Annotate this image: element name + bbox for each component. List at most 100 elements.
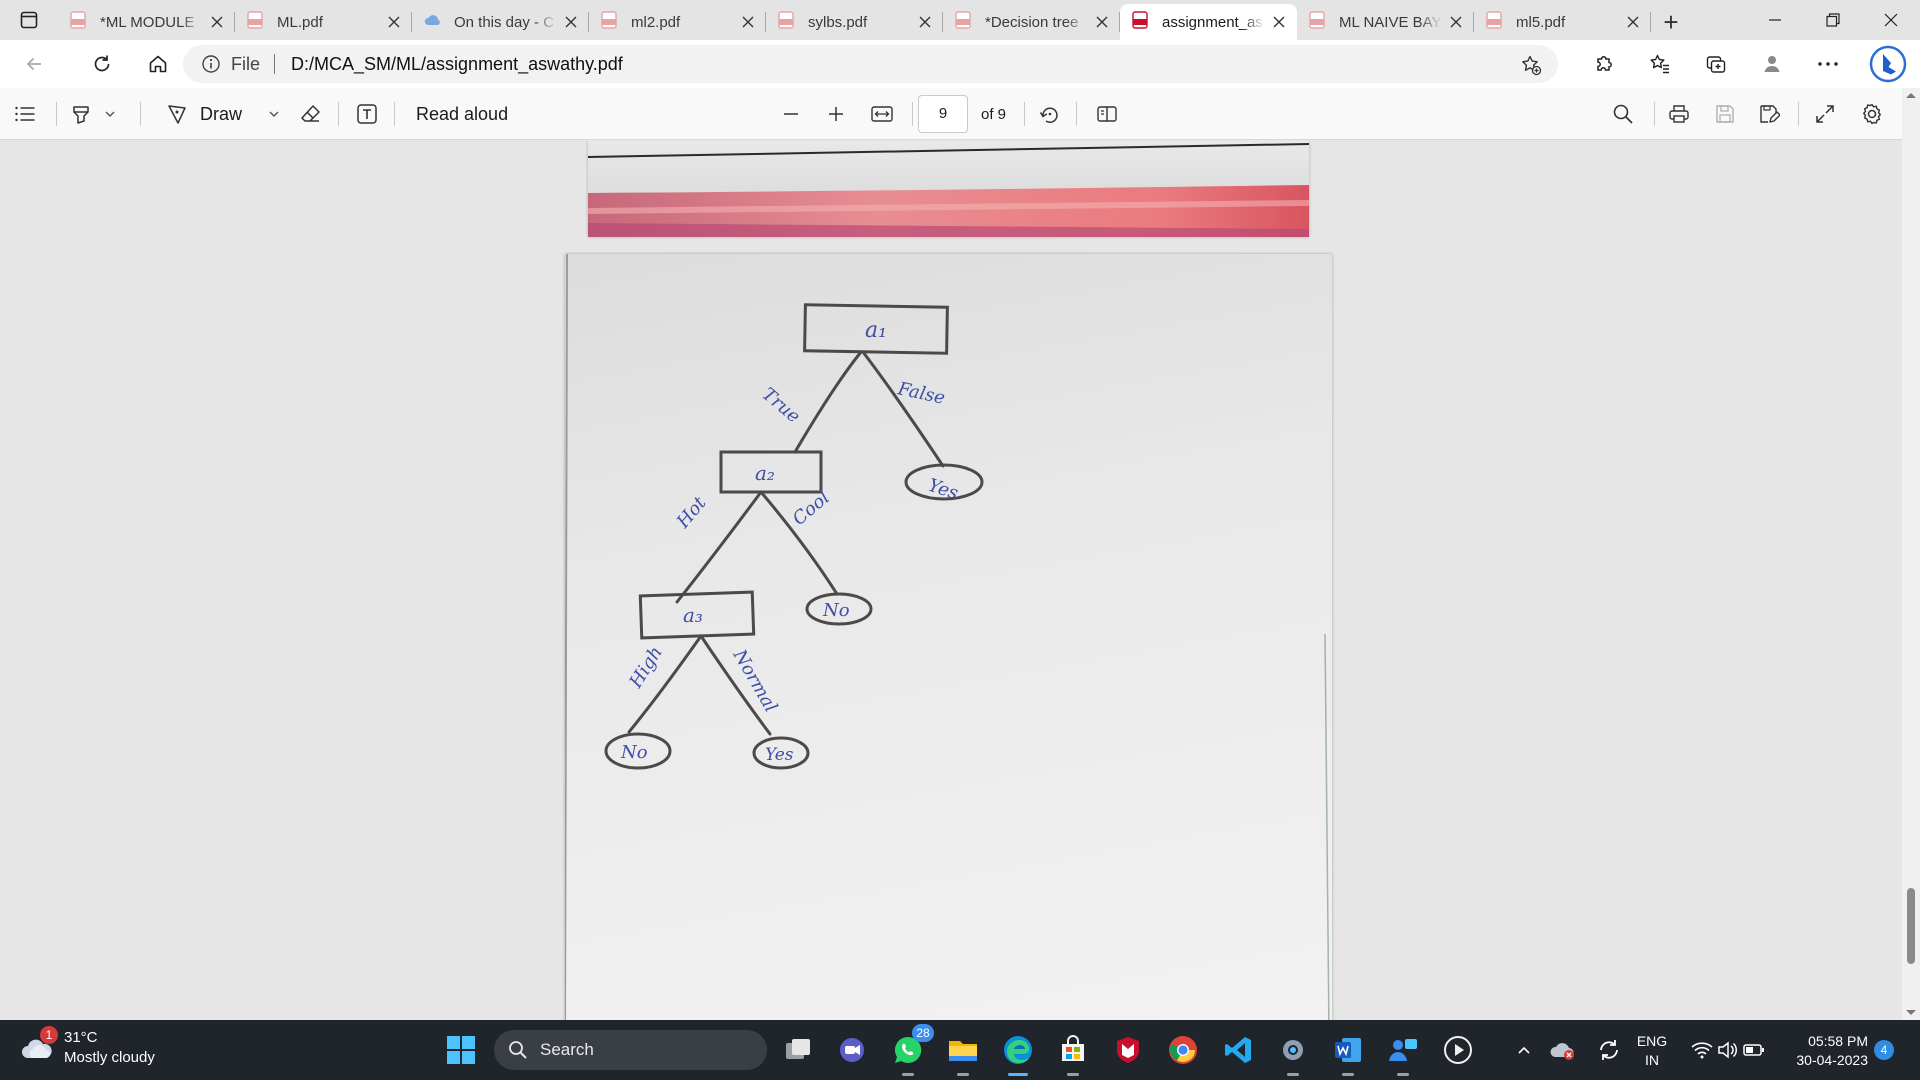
microsoft-store-button[interactable]: [1053, 1030, 1093, 1076]
people-app-button[interactable]: [1383, 1030, 1423, 1076]
tab-actions-button[interactable]: [0, 0, 58, 40]
close-tab-button[interactable]: [1625, 13, 1641, 31]
tab-title: ml2.pdf: [631, 13, 681, 31]
close-tab-button[interactable]: [1271, 13, 1287, 31]
tab-title: assignment_as: [1162, 13, 1263, 31]
browser-tab[interactable]: ml2.pdf: [589, 4, 766, 40]
page-number-input[interactable]: 9: [918, 95, 968, 133]
store-bag-icon: [1062, 1035, 1084, 1061]
back-button[interactable]: [14, 44, 54, 84]
browser-tab[interactable]: On this day - C: [412, 4, 589, 40]
erase-button[interactable]: [300, 88, 322, 140]
fit-to-width-button[interactable]: [870, 88, 894, 140]
address-bar[interactable]: File D:/MCA_SM/ML/assignment_aswathy.pdf: [183, 45, 1558, 83]
running-indicator: [1342, 1073, 1354, 1076]
read-aloud-button[interactable]: Read aloud: [416, 88, 508, 140]
full-screen-button[interactable]: [1814, 88, 1836, 140]
browser-tab[interactable]: assignment_as: [1120, 4, 1297, 40]
running-indicator: [1067, 1073, 1079, 1076]
taskbar-clock[interactable]: 05:58 PM 30-04-2023: [1782, 1032, 1868, 1070]
settings-and-more-button[interactable]: [1800, 40, 1856, 88]
start-button[interactable]: [441, 1030, 481, 1070]
input-language-indicator[interactable]: ENG IN: [1632, 1032, 1672, 1070]
toolbar-divider: [338, 102, 339, 126]
chrome-button[interactable]: [1163, 1030, 1203, 1070]
zoom-out-button[interactable]: [782, 88, 800, 140]
save-as-button[interactable]: [1758, 88, 1780, 140]
add-text-button[interactable]: [356, 88, 378, 140]
close-tab-button[interactable]: [917, 13, 933, 31]
vertical-scrollbar[interactable]: [1902, 88, 1920, 1020]
whatsapp-button[interactable]: 28: [888, 1024, 934, 1076]
pdf-document-view[interactable]: a₁ a₂ a₃ True False Yes Hot Cool No High…: [0, 141, 1920, 1021]
previous-page-photo: [588, 141, 1309, 237]
close-tab-button[interactable]: [1448, 13, 1464, 31]
word-icon: [1335, 1038, 1361, 1062]
edge-browser-button[interactable]: [998, 1030, 1038, 1076]
taskbar-search-box[interactable]: Search: [494, 1030, 767, 1070]
browser-tab[interactable]: ML.pdf: [235, 4, 412, 40]
close-icon: [388, 16, 400, 28]
minimize-button[interactable]: [1746, 0, 1804, 40]
close-tab-button[interactable]: [209, 13, 225, 31]
print-button[interactable]: [1668, 88, 1690, 140]
browser-tab[interactable]: ml5.pdf: [1474, 4, 1651, 40]
vscode-button[interactable]: [1218, 1030, 1258, 1070]
close-icon: [1273, 16, 1285, 28]
pdf-settings-button[interactable]: [1860, 88, 1884, 140]
rotate-button[interactable]: [1038, 88, 1060, 140]
favorites-button[interactable]: [1632, 40, 1688, 88]
close-tab-button[interactable]: [563, 13, 579, 31]
draw-button[interactable]: Draw: [166, 88, 280, 140]
restore-button[interactable]: [1804, 0, 1862, 40]
mcafee-button[interactable]: [1108, 1030, 1148, 1070]
clock-time: 05:58 PM: [1808, 1033, 1868, 1049]
weather-widget[interactable]: 1 31°C Mostly cloudy: [20, 1026, 155, 1068]
add-favorite-button[interactable]: [1520, 54, 1542, 81]
browser-tab[interactable]: *ML MODULE: [58, 4, 235, 40]
close-tab-button[interactable]: [1094, 13, 1110, 31]
find-button[interactable]: [1612, 88, 1634, 140]
task-view-button[interactable]: [778, 1030, 818, 1070]
notification-count-badge[interactable]: 4: [1874, 1040, 1894, 1060]
close-icon: [1096, 16, 1108, 28]
extensions-button[interactable]: [1576, 40, 1632, 88]
battery-icon: [1743, 1044, 1764, 1056]
browser-tab[interactable]: sylbs.pdf: [766, 4, 943, 40]
profile-button[interactable]: [1744, 40, 1800, 88]
windows-taskbar: 1 31°C Mostly cloudy Search 28 ENG IN 05…: [0, 1020, 1920, 1080]
home-button[interactable]: [138, 44, 178, 84]
file-explorer-button[interactable]: [943, 1030, 983, 1076]
show-hidden-icons-button[interactable]: [1508, 1030, 1540, 1070]
previous-page: [588, 141, 1309, 237]
bing-chat-button[interactable]: [1856, 40, 1920, 88]
pdf-icon: [1486, 11, 1504, 33]
browser-tab[interactable]: ML NAIVE BAY: [1297, 4, 1474, 40]
refresh-button[interactable]: [82, 44, 122, 84]
close-tab-button[interactable]: [740, 13, 756, 31]
contents-button[interactable]: [14, 88, 36, 140]
quick-settings-button[interactable]: [1688, 1030, 1768, 1070]
teams-chat-button[interactable]: [832, 1030, 872, 1070]
media-player-button[interactable]: [1438, 1030, 1478, 1070]
scrollbar-thumb[interactable]: [1907, 888, 1915, 964]
close-window-button[interactable]: [1862, 0, 1920, 40]
tab-title: *Decision tree: [985, 13, 1079, 31]
page-view-button[interactable]: [1096, 88, 1118, 140]
tab-list: *ML MODULE ML.pdf On this day - C ml2.pdf sy…: [58, 4, 1651, 40]
settings-app-button[interactable]: [1273, 1030, 1313, 1076]
leaf-yes-false-label: Yes: [925, 475, 960, 504]
save-disk-icon: [1716, 105, 1734, 123]
onedrive-status-button[interactable]: [1540, 1030, 1586, 1070]
new-tab-button[interactable]: +: [1651, 4, 1691, 40]
save-button[interactable]: [1714, 88, 1736, 140]
leaf-yes-normal-label: Yes: [765, 745, 794, 765]
sync-status-button[interactable]: [1586, 1030, 1632, 1070]
browser-tab[interactable]: *Decision tree: [943, 4, 1120, 40]
highlight-button[interactable]: [70, 88, 116, 140]
zoom-in-button[interactable]: [827, 88, 845, 140]
close-tab-button[interactable]: [386, 13, 402, 31]
word-button[interactable]: [1328, 1030, 1368, 1076]
collections-button[interactable]: [1688, 40, 1744, 88]
address-url[interactable]: D:/MCA_SM/ML/assignment_aswathy.pdf: [291, 54, 623, 75]
